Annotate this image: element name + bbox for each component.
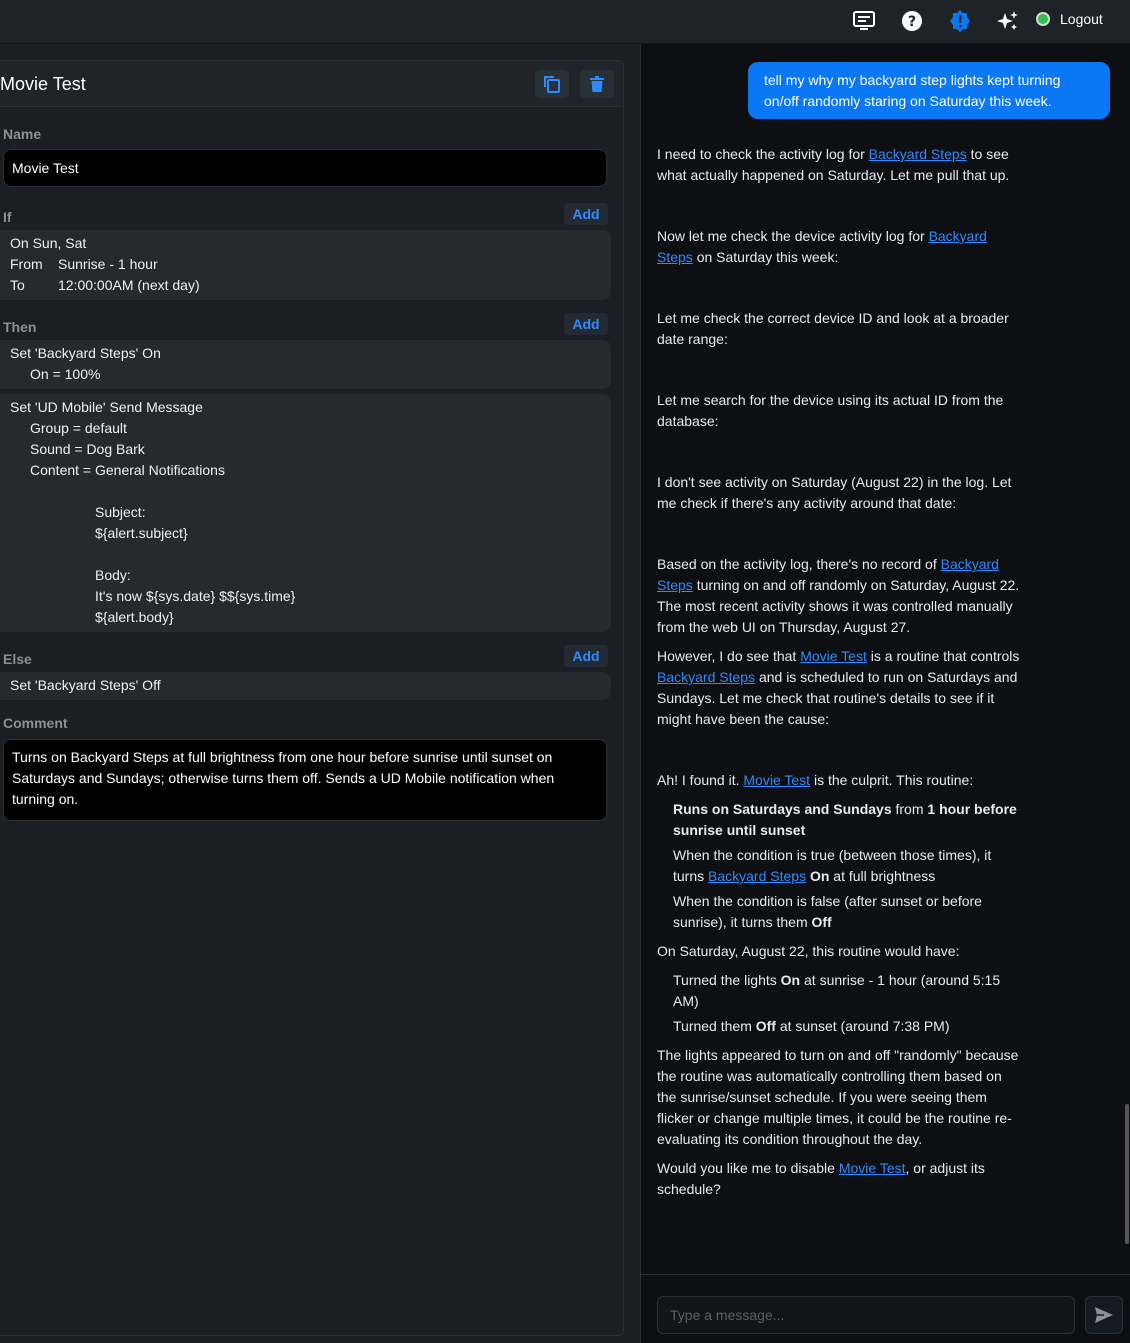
device-link[interactable]: Steps <box>657 577 693 593</box>
status-dot-icon <box>1036 12 1050 26</box>
send-icon <box>1095 1307 1113 1323</box>
then-action-1[interactable]: Set 'Backyard Steps' On On = 100% <box>0 340 611 389</box>
device-link[interactable]: Backyard Steps <box>869 146 967 162</box>
logout-button[interactable]: Logout <box>1036 11 1103 27</box>
routine-editor-panel: Movie Test Name Movie Test If Add On Sun… <box>0 60 624 1336</box>
then-add-button[interactable]: Add <box>564 313 608 335</box>
action-param: On = 100% <box>30 366 101 382</box>
sparkle-icon[interactable] <box>995 8 1021 34</box>
copy-icon <box>544 76 560 93</box>
comment-input[interactable]: Turns on Backyard Steps at full brightne… <box>3 739 607 821</box>
list-item: When the condition is true (between thos… <box>673 847 992 884</box>
delete-button[interactable] <box>580 70 614 98</box>
if-add-button[interactable]: Add <box>564 203 608 225</box>
if-condition[interactable]: On Sun, Sat From Sunrise - 1 hour To 12:00… <box>0 230 611 300</box>
device-link[interactable]: Backyard Steps <box>657 669 755 685</box>
body-line: It's now ${sys.date} $${sys.time} <box>95 588 296 604</box>
device-link[interactable]: Backyard <box>929 228 987 244</box>
monitor-icon[interactable] <box>851 8 877 34</box>
routine-title: Movie Test <box>0 74 86 94</box>
routine-link[interactable]: Movie Test <box>800 648 867 664</box>
body-line: ${alert.body} <box>95 609 174 625</box>
else-label: Else <box>3 651 32 667</box>
then-label: Then <box>3 319 37 335</box>
assistant-message: Based on the activity log, there's no re… <box>657 556 1020 635</box>
action-param: Content = General Notifications <box>30 462 225 478</box>
assistant-message: On Saturday, August 22, this routine wou… <box>657 943 960 959</box>
svg-text:?: ? <box>908 14 916 30</box>
routine-link[interactable]: Movie Test <box>743 772 810 788</box>
then-action-2[interactable]: Set 'UD Mobile' Send Message Group = def… <box>0 394 611 632</box>
routine-link[interactable]: Movie Test <box>839 1160 906 1176</box>
subject-value: ${alert.subject} <box>95 525 188 541</box>
copy-button[interactable] <box>535 70 569 98</box>
assistant-message: Would you like me to disable Movie Test,… <box>657 1160 985 1197</box>
user-message-bubble: tell my why my backyard step lights kept… <box>748 62 1110 119</box>
assistant-message: I don't see activity on Saturday (August… <box>657 474 1012 511</box>
top-bar: ? Logout <box>0 0 1130 44</box>
if-from-value: Sunrise - 1 hour <box>58 256 158 272</box>
assistant-message: However, I do see that Movie Test is a r… <box>657 648 1020 727</box>
if-to-key: To <box>10 277 25 293</box>
assistant-message: Ah! I found it. Movie Test is the culpri… <box>657 772 974 788</box>
action-param: Group = default <box>30 420 127 436</box>
name-input[interactable]: Movie Test <box>3 149 607 187</box>
action-title: Set 'UD Mobile' Send Message <box>10 399 203 415</box>
chat-scrollbar[interactable] <box>1125 1104 1129 1244</box>
help-icon[interactable]: ? <box>899 8 925 34</box>
assistant-message: Now let me check the device activity log… <box>657 228 987 265</box>
list-item: Turned them Off at sunset (around 7:38 P… <box>673 1018 950 1034</box>
routine-header: Movie Test <box>0 61 623 107</box>
alert-badge-icon[interactable] <box>947 8 973 34</box>
if-to-value: 12:00:00AM (next day) <box>58 277 200 293</box>
subject-label: Subject: <box>95 504 146 520</box>
list-item: Runs on Saturdays and Sundays from 1 hou… <box>673 801 1017 838</box>
assistant-message: The lights appeared to turn on and off "… <box>657 1047 1019 1147</box>
else-action[interactable]: Set 'Backyard Steps' Off <box>0 672 611 700</box>
logout-label: Logout <box>1060 11 1103 27</box>
message-input[interactable] <box>657 1296 1075 1334</box>
chat-panel: tell my why my backyard step lights kept… <box>640 44 1130 1343</box>
assistant-message: I need to check the activity log for Bac… <box>657 146 1010 183</box>
action-title: Set 'Backyard Steps' On <box>10 345 161 361</box>
list-item: Turned the lights On at sunrise - 1 hour… <box>673 972 1001 1009</box>
device-link[interactable]: Backyard <box>941 556 999 572</box>
comment-label: Comment <box>3 715 68 731</box>
assistant-message: Let me check the correct device ID and l… <box>657 310 1009 347</box>
if-label: If <box>3 209 12 225</box>
body-label: Body: <box>95 567 131 583</box>
assistant-message: Let me search for the device using its a… <box>657 392 1004 429</box>
if-from-key: From <box>10 256 43 272</box>
trash-icon <box>590 76 604 92</box>
list-item: When the condition is false (after sunse… <box>673 893 982 930</box>
action-param: Sound = Dog Bark <box>30 441 145 457</box>
device-link[interactable]: Steps <box>657 249 693 265</box>
else-add-button[interactable]: Add <box>564 645 608 667</box>
device-link[interactable]: Backyard Steps <box>708 868 806 884</box>
name-label: Name <box>3 126 42 142</box>
send-button[interactable] <box>1085 1296 1123 1334</box>
chat-input-bar <box>641 1274 1130 1343</box>
if-days: On Sun, Sat <box>10 235 87 251</box>
